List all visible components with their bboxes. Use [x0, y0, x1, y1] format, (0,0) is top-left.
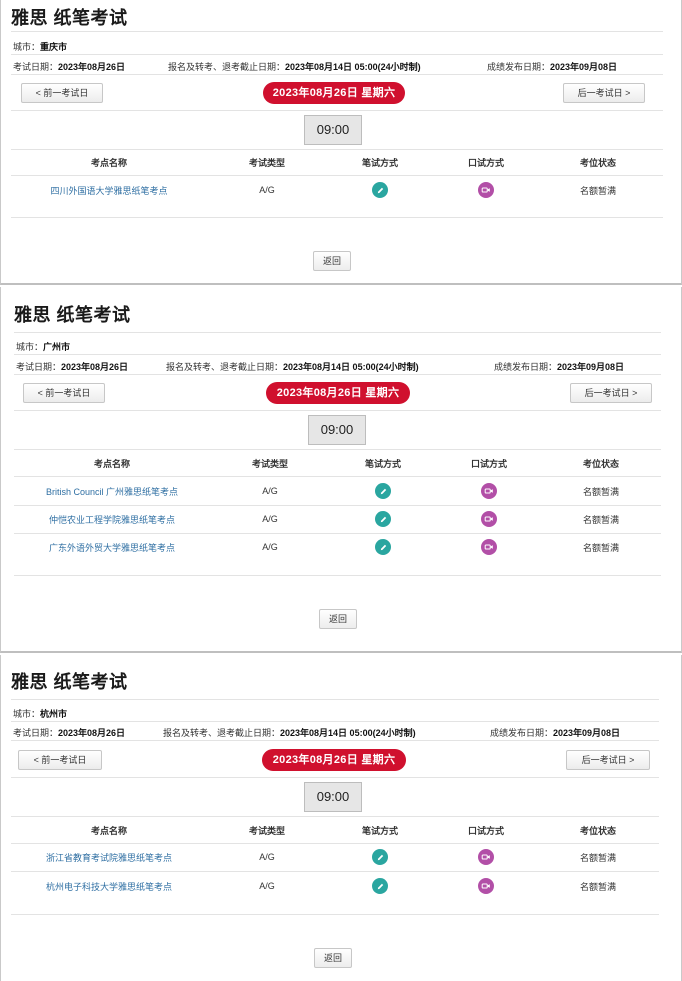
seat-status: 名额暂满 — [582, 514, 619, 525]
table-row: 仲恺农业工程学院雅思纸笔考点 A/G 名额暂满 — [14, 505, 661, 533]
divider — [11, 740, 659, 741]
video-camera-icon — [481, 511, 497, 527]
result-date-value: 2023年09月08日 — [550, 62, 618, 72]
video-camera-icon — [478, 878, 494, 894]
divider — [14, 374, 661, 375]
test-center-link[interactable]: 浙江省教育考试院雅思纸笔考点 — [46, 851, 172, 864]
city-value: 重庆市 — [40, 42, 68, 52]
divider — [14, 332, 661, 333]
divider — [11, 914, 659, 915]
prev-exam-day-button[interactable]: < 前一考试日 — [23, 383, 105, 403]
table-row: 广东外语外贸大学雅思纸笔考点 A/G 名额暂满 — [14, 533, 661, 561]
back-button[interactable]: 返回 — [314, 948, 352, 968]
exam-type: A/G — [262, 486, 278, 496]
video-camera-icon — [478, 182, 494, 198]
divider — [11, 217, 663, 218]
divider — [11, 777, 659, 778]
next-exam-day-button[interactable]: 后一考试日 > — [566, 750, 650, 770]
page-title: 雅思 纸笔考试 — [11, 672, 128, 692]
prev-exam-day-button[interactable]: < 前一考试日 — [21, 83, 103, 103]
next-exam-day-button[interactable]: 后一考试日 > — [570, 383, 652, 403]
video-camera-icon — [481, 539, 497, 555]
pencil-icon — [372, 849, 388, 865]
prev-exam-day-button[interactable]: < 前一考试日 — [18, 750, 102, 770]
next-exam-day-button[interactable]: 后一考试日 > — [563, 83, 645, 103]
divider — [14, 575, 661, 576]
exam-date-value: 2023年08月26日 — [61, 362, 129, 372]
city-row: 城市：重庆市 — [13, 42, 68, 52]
result-date-value: 2023年09月08日 — [557, 362, 625, 372]
pencil-icon — [372, 878, 388, 894]
deadline-value: 2023年08月14日 05:00(24小时制) — [283, 362, 419, 372]
back-button[interactable]: 返回 — [319, 609, 357, 629]
exam-panel-hangzhou: 雅思 纸笔考试 城市：杭州市 考试日期：2023年08月26日 报名及转考、退考… — [0, 655, 682, 981]
table-row: 浙江省教育考试院雅思纸笔考点 A/G 名额暂满 — [11, 843, 659, 871]
divider — [14, 354, 661, 355]
table-row: 杭州电子科技大学雅思纸笔考点 A/G 名额暂满 — [11, 872, 659, 900]
table-header: 考点名称 考试类型 笔试方式 口试方式 考位状态 — [90, 157, 616, 168]
pencil-icon — [372, 182, 388, 198]
divider — [11, 110, 663, 111]
test-center-link[interactable]: 仲恺农业工程学院雅思纸笔考点 — [49, 513, 175, 526]
test-center-link[interactable]: 杭州电子科技大学雅思纸笔考点 — [46, 880, 172, 893]
session-time-button[interactable]: 09:00 — [308, 415, 366, 445]
exam-type: A/G — [259, 185, 275, 195]
pencil-icon — [375, 539, 391, 555]
divider — [11, 721, 659, 722]
exam-panel-guangzhou: 雅思 纸笔考试 城市：广州市 考试日期：2023年08月26日 报名及转考、退考… — [0, 287, 682, 653]
divider — [11, 54, 663, 55]
pencil-icon — [375, 483, 391, 499]
video-camera-icon — [478, 849, 494, 865]
test-center-link[interactable]: 广东外语外贸大学雅思纸笔考点 — [49, 541, 175, 554]
exam-date-value: 2023年08月26日 — [58, 728, 126, 738]
divider — [11, 74, 663, 75]
exam-date-value: 2023年08月26日 — [58, 62, 126, 72]
divider — [11, 31, 663, 32]
exam-type: A/G — [259, 881, 275, 891]
session-time-button[interactable]: 09:00 — [304, 782, 362, 812]
pencil-icon — [375, 511, 391, 527]
page-title: 雅思 纸笔考试 — [14, 305, 131, 325]
seat-status: 名额暂满 — [579, 852, 616, 863]
table-header: 考点名称 考试类型 笔试方式 口试方式 考位状态 — [93, 458, 619, 469]
seat-status: 名额暂满 — [579, 881, 616, 892]
test-center-link[interactable]: 四川外国语大学雅思纸笔考点 — [50, 184, 167, 197]
session-time-button[interactable]: 09:00 — [304, 115, 362, 145]
current-date-badge: 2023年08月26日 星期六 — [266, 382, 410, 404]
video-camera-icon — [481, 483, 497, 499]
deadline-value: 2023年08月14日 05:00(24小时制) — [280, 728, 416, 738]
deadline-value: 2023年08月14日 05:00(24小时制) — [285, 62, 421, 72]
current-date-badge: 2023年08月26日 星期六 — [263, 82, 405, 104]
exam-type: A/G — [259, 852, 275, 862]
back-button[interactable]: 返回 — [313, 251, 351, 271]
seat-status: 名额暂满 — [579, 185, 616, 196]
divider — [11, 699, 659, 700]
seat-status: 名额暂满 — [582, 542, 619, 553]
seat-status: 名额暂满 — [582, 486, 619, 497]
page-title: 雅思 纸笔考试 — [11, 8, 128, 28]
city-row: 城市：广州市 — [16, 342, 71, 352]
city-value: 杭州市 — [40, 709, 68, 719]
test-center-link[interactable]: British Council 广州雅思纸笔考点 — [46, 485, 178, 498]
exam-type: A/G — [262, 542, 278, 552]
divider — [14, 410, 661, 411]
city-row: 城市：杭州市 — [13, 709, 68, 719]
table-row: 四川外国语大学雅思纸笔考点 A/G 名额暂满 — [11, 176, 663, 204]
current-date-badge: 2023年08月26日 星期六 — [262, 749, 406, 771]
result-date-value: 2023年09月08日 — [553, 728, 621, 738]
exam-panel-chongqing: 雅思 纸笔考试 城市：重庆市 考试日期：2023年08月26日 报名及转考、退考… — [0, 0, 682, 285]
city-value: 广州市 — [43, 342, 71, 352]
table-header: 考点名称 考试类型 笔试方式 口试方式 考位状态 — [90, 825, 616, 836]
exam-type: A/G — [262, 514, 278, 524]
table-row: British Council 广州雅思纸笔考点 A/G 名额暂满 — [14, 477, 661, 505]
